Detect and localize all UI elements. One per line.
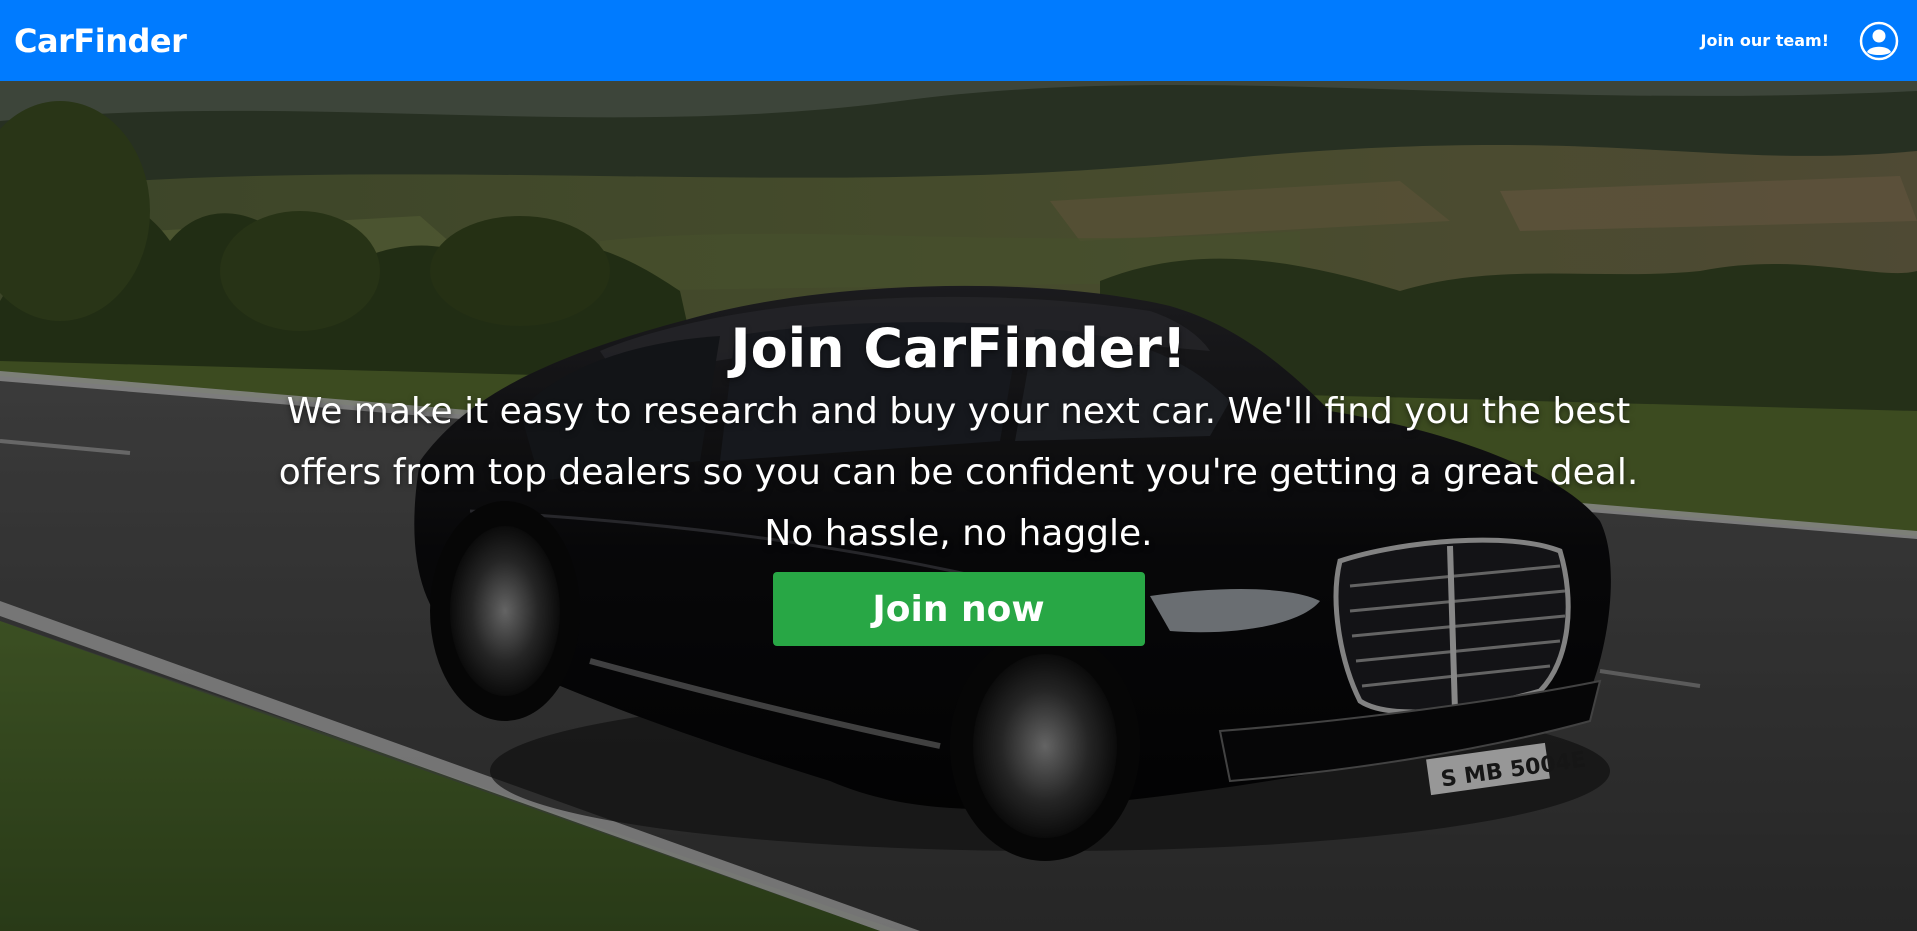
navbar: CarFinder Join our team! [0,0,1917,81]
brand-logo[interactable]: CarFinder [14,22,187,60]
join-team-link[interactable]: Join our team! [1701,31,1830,50]
join-now-button[interactable]: Join now [772,572,1145,646]
nav-right: Join our team! [1701,21,1900,61]
hero-description: We make it easy to research and buy your… [278,391,1639,554]
hero-section: S MB 5004E Join CarFinder! We make it ea… [0,81,1917,931]
user-circle-icon[interactable] [1859,21,1899,61]
hero-content: Join CarFinder! We make it easy to resea… [0,81,1917,931]
hero-title: Join CarFinder! [730,317,1187,380]
